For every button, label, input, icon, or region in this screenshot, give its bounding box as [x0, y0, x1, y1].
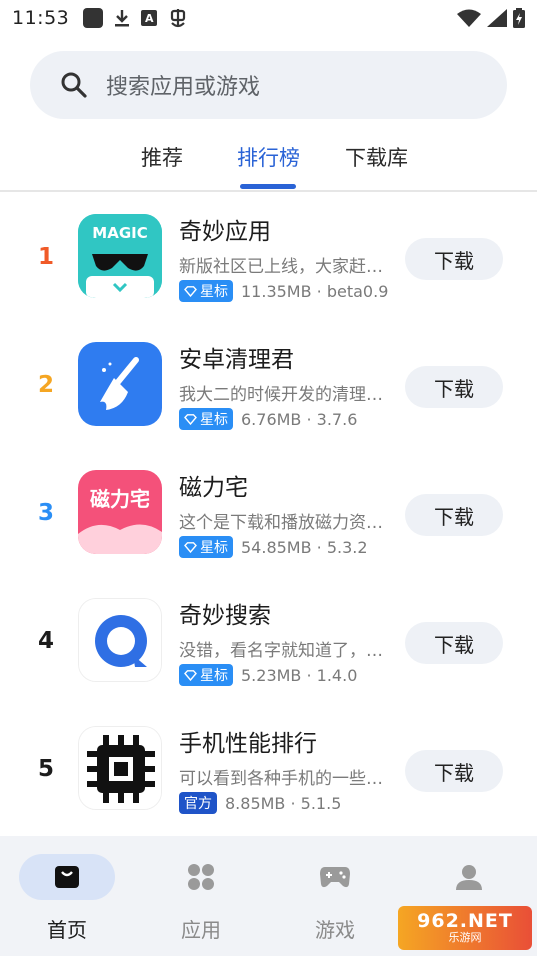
- download-button[interactable]: 下载: [405, 750, 503, 792]
- svg-text:MAGIC: MAGIC: [92, 224, 147, 242]
- badge-label: 星标: [200, 412, 228, 428]
- app-size-version: 5.23MB · 1.4.0: [241, 665, 358, 685]
- gamepad-icon: [320, 867, 350, 888]
- list-item[interactable]: 4 奇妙搜索 没错，看名字就知道了，这是一个搜索 星标 5.23MB · 1.4…: [0, 584, 537, 712]
- square-icon: [83, 8, 104, 28]
- official-badge: 官方: [179, 792, 217, 814]
- broom-icon[interactable]: [78, 342, 162, 426]
- badge-label: 星标: [200, 284, 228, 300]
- tab-ranking[interactable]: 排行榜: [237, 142, 300, 172]
- download-button[interactable]: 下载: [405, 622, 503, 664]
- nav-icon-container: [421, 854, 517, 900]
- status-bar: 11:53 A: [0, 0, 537, 36]
- rank-number: 3: [37, 500, 54, 526]
- star-badge: 星标: [179, 536, 233, 558]
- nav-label: 游戏: [315, 918, 355, 942]
- battery-icon: [513, 8, 525, 28]
- download-button[interactable]: 下载: [405, 238, 503, 280]
- watermark-bottom-text: 乐游网: [448, 930, 482, 944]
- star-badge: 星标: [179, 280, 233, 302]
- search-q-icon[interactable]: [78, 598, 162, 682]
- diamond-icon: [184, 541, 197, 553]
- list-item[interactable]: 2 安卓清理君 我大二的时候开发的清理工具 星标 6.76MB · 3.7.6 …: [0, 328, 537, 456]
- app-name: 安卓清理君: [179, 347, 294, 373]
- tab-active-indicator: [240, 184, 296, 189]
- app-size-version: 11.35MB · beta0.9: [241, 281, 389, 301]
- search-placeholder: 搜索应用或游戏: [106, 75, 261, 100]
- tabs-divider: [0, 190, 537, 192]
- badge-label: 星标: [200, 540, 228, 556]
- svg-text:磁力宅: 磁力宅: [90, 487, 150, 511]
- app-description: 没错，看名字就知道了，这是一个搜索: [179, 641, 391, 661]
- download-icon: [115, 10, 130, 27]
- app-size-version: 8.85MB · 5.1.5: [225, 793, 342, 813]
- star-badge: 星标: [179, 408, 233, 430]
- bug-icon: [171, 9, 186, 28]
- search-icon: [61, 72, 87, 98]
- app-meta: 星标 11.35MB · beta0.9: [179, 280, 388, 302]
- app-description: 可以看到各种手机的一些性能排行: [179, 769, 391, 789]
- rank-number: 4: [37, 628, 54, 654]
- nav-icon-container: [19, 854, 115, 900]
- nav-icon-container: [287, 854, 383, 900]
- home-bag-icon: [55, 866, 79, 888]
- app-meta: 官方 8.85MB · 5.1.5: [179, 792, 341, 814]
- nav-icon-container: [153, 854, 249, 900]
- diamond-icon: [184, 669, 197, 681]
- app-meta: 星标 6.76MB · 3.7.6: [179, 408, 357, 430]
- app-description: 这个是下载和播放磁力资源的应用: [179, 513, 391, 533]
- signal-icon: [487, 9, 507, 27]
- rank-number: 5: [37, 756, 54, 782]
- chip-icon[interactable]: [78, 726, 162, 810]
- rank-number: 1: [37, 244, 54, 270]
- badge-label: 星标: [200, 668, 228, 684]
- wifi-icon: [457, 9, 481, 27]
- nav-label: 应用: [181, 918, 221, 942]
- status-time: 11:53: [12, 7, 70, 29]
- app-meta: 星标 54.85MB · 5.3.2: [179, 536, 368, 558]
- app-size-version: 54.85MB · 5.3.2: [241, 537, 368, 557]
- search-input[interactable]: 搜索应用或游戏: [30, 51, 507, 119]
- app-name: 奇妙应用: [179, 219, 271, 245]
- nav-home[interactable]: 首页: [12, 852, 122, 952]
- a-icon: A: [141, 10, 158, 26]
- app-size-version: 6.76MB · 3.7.6: [241, 409, 358, 429]
- tab-bar: 推荐 排行榜 下载库: [0, 132, 537, 192]
- nav-games[interactable]: 游戏: [280, 852, 390, 952]
- star-badge: 星标: [179, 664, 233, 686]
- list-item[interactable]: 5 手机性能排行 可以看到各种手机的一些性能排行 官方 8.85MB ·: [0, 712, 537, 840]
- app-description: 新版社区已上线，大家赶快来体验吧: [179, 257, 391, 277]
- diamond-icon: [184, 285, 197, 297]
- badge-label: 官方: [184, 796, 212, 812]
- watermark-logo: 962.NET 乐游网: [398, 906, 532, 950]
- app-meta: 星标 5.23MB · 1.4.0: [179, 664, 357, 686]
- tab-recommend[interactable]: 推荐: [141, 142, 183, 172]
- rank-number: 2: [37, 372, 54, 398]
- app-name: 手机性能排行: [179, 731, 317, 757]
- cili-zhai-icon[interactable]: 磁力宅: [78, 470, 162, 554]
- tab-download-library[interactable]: 下载库: [345, 142, 408, 172]
- nav-label: 首页: [47, 918, 87, 942]
- apps-grid-icon: [188, 864, 214, 890]
- status-right-icons: [457, 8, 525, 28]
- diamond-icon: [184, 413, 197, 425]
- list-item[interactable]: 3 磁力宅 磁力宅 这个是下载和播放磁力资源的应用 星标 54.85MB · 5…: [0, 456, 537, 584]
- list-item[interactable]: 1 MAGIC 奇妙应用 新版社区已上线，大家赶快来体验吧 星标 11.35MB…: [0, 200, 537, 328]
- nav-apps[interactable]: 应用: [146, 852, 256, 952]
- app-description: 我大二的时候开发的清理工具: [179, 385, 391, 405]
- profile-icon: [456, 865, 482, 890]
- status-left-icons: A: [83, 7, 189, 29]
- download-button[interactable]: 下载: [405, 494, 503, 536]
- app-name: 磁力宅: [179, 475, 248, 501]
- download-button[interactable]: 下载: [405, 366, 503, 408]
- app-name: 奇妙搜索: [179, 603, 271, 629]
- magic-app-icon[interactable]: MAGIC: [78, 214, 162, 298]
- watermark-top-text: 962.NET: [417, 909, 513, 932]
